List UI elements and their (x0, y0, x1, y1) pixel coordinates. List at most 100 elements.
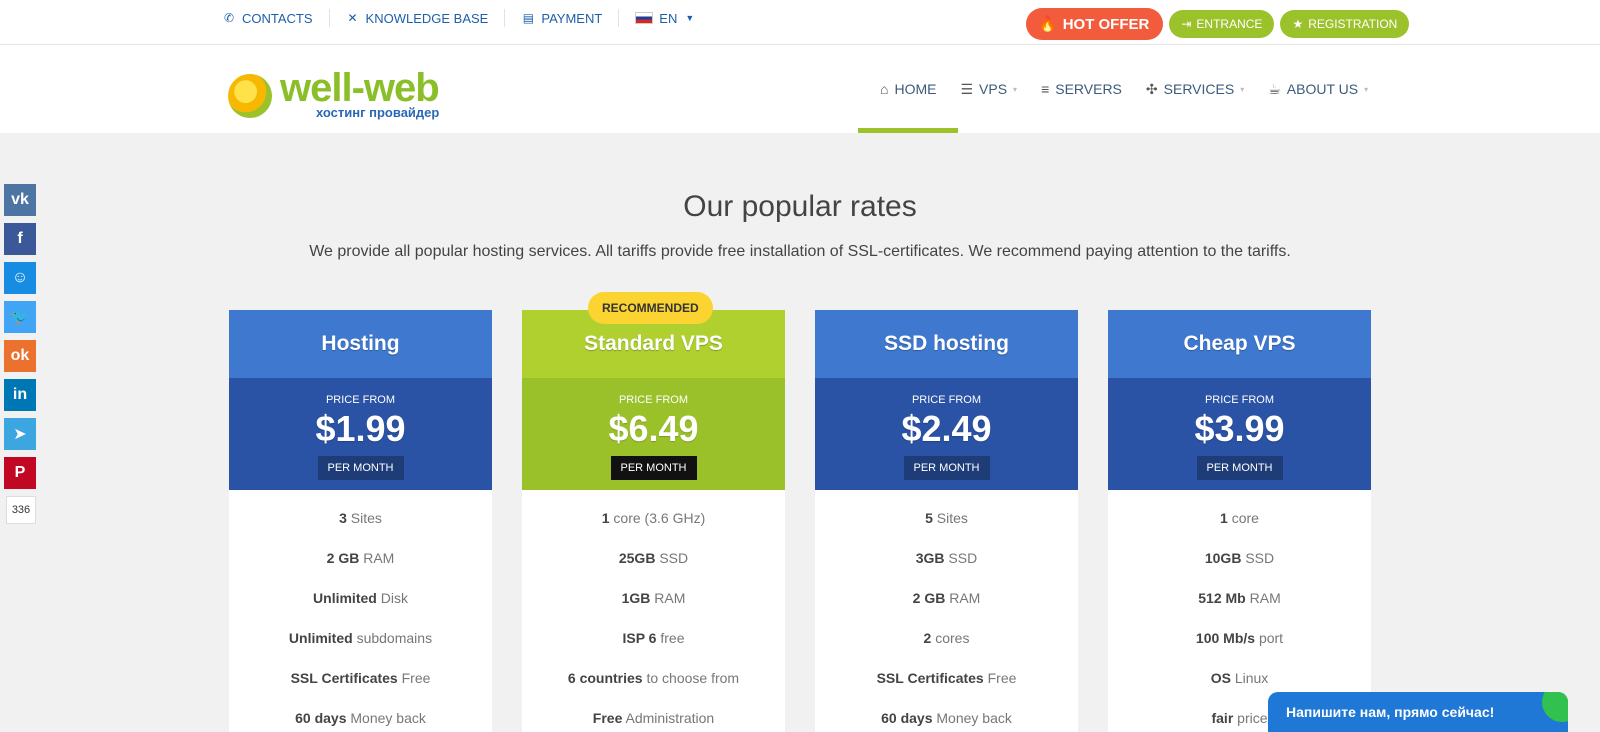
pricing-cards: Hosting PRICE FROM $1.99 PER MONTH 3 Sit… (229, 292, 1371, 732)
plan-price: $6.49 (608, 408, 699, 449)
feature-value: OS (1210, 670, 1231, 686)
pinterest-share-button[interactable]: P (4, 457, 36, 489)
recommended-badge: RECOMMENDED (588, 292, 713, 324)
nav-vps[interactable]: ☰ VPS ▾ (948, 45, 1029, 133)
plan-price-box: PRICE FROM $1.99 PER MONTH (229, 378, 492, 490)
plan-price-box: PRICE FROM $3.99 PER MONTH (1108, 378, 1371, 490)
plan-card-standard-vps[interactable]: RECOMMENDED Standard VPS PRICE FROM $6.4… (522, 292, 785, 732)
registration-label: REGISTRATION (1308, 17, 1398, 31)
feature-unit: cores (931, 630, 970, 646)
star-icon: ★ (1292, 17, 1304, 31)
plan-feature: SSL Certificates Free (815, 666, 1078, 706)
feature-value: 1 (601, 510, 610, 526)
hot-offer-label: HOT OFFER (1062, 15, 1150, 33)
feature-unit: Money back (346, 710, 426, 726)
feature-value: 60 days (881, 710, 933, 726)
plan-name: Hosting (229, 310, 492, 378)
social-share-bar: vk f ☺ 🐦 ok in ➤ P 336 (4, 184, 36, 524)
telegram-share-button[interactable]: ➤ (4, 418, 36, 450)
moimir-share-button[interactable]: ☺ (4, 262, 36, 294)
feature-value: SSL Certificates (876, 670, 984, 686)
home-icon: ⌂ (880, 81, 889, 97)
plan-price: $3.99 (1194, 408, 1285, 449)
feature-value: 60 days (295, 710, 347, 726)
document-icon: ▤ (522, 11, 535, 25)
feature-value: 100 Mb/s (1195, 630, 1256, 646)
chevron-down-icon: ▾ (1013, 84, 1018, 94)
feature-value: 1 (1220, 510, 1228, 526)
registration-button[interactable]: ★ REGISTRATION (1280, 10, 1410, 38)
telegram-icon: ➤ (13, 426, 27, 443)
plan-feature: 60 days Money back (229, 706, 492, 732)
twitter-share-button[interactable]: 🐦 (4, 301, 36, 333)
logo-text: well-web хостинг провайдер (280, 68, 440, 120)
knowledge-base-label: KNOWLEDGE BASE (365, 10, 489, 26)
plan-price-box: PRICE FROM $2.49 PER MONTH (815, 378, 1078, 490)
linkedin-share-button[interactable]: in (4, 379, 36, 411)
nav-about-us[interactable]: ☕ ABOUT US ▾ (1256, 45, 1380, 133)
plan-feature: 1 core (3.6 GHz) (522, 506, 785, 546)
header: well-web хостинг провайдер ⌂ HOME ☰ VPS … (0, 45, 1600, 133)
plan-features: 5 Sites 3GB SSD 2 GB RAM 2 cores SSL Certifi… (815, 490, 1078, 732)
plan-price: $1.99 (315, 408, 406, 449)
hot-offer-button[interactable]: 🔥 HOT OFFER (1026, 8, 1164, 40)
language-label: EN (659, 10, 678, 26)
linkedin-icon: in (12, 386, 28, 403)
top-links: ✆ CONTACTS ✕ KNOWLEDGE BASE ▤ PAYMENT EN… (222, 0, 726, 36)
chevron-down-icon: ▾ (1364, 84, 1369, 94)
main-nav: ⌂ HOME ☰ VPS ▾ ≡ SERVERS ✣ SERVICES ▾ ☕ … (857, 45, 1380, 133)
cup-icon: ☕ (1268, 80, 1281, 97)
feature-unit: port (1255, 630, 1284, 646)
feature-unit: Linux (1230, 670, 1269, 686)
feature-unit: RAM (650, 590, 686, 606)
plan-feature: 2 GB RAM (815, 586, 1078, 626)
page-title: Our popular rates (683, 190, 917, 223)
plan-feature: 10GB SSD (1108, 546, 1371, 586)
feature-value: 2 GB (326, 550, 360, 566)
payment-link[interactable]: ▤ PAYMENT (521, 9, 620, 27)
feature-unit: SSD (944, 550, 978, 566)
feature-value: 1GB (621, 590, 651, 606)
per-month-label: PER MONTH (903, 456, 990, 480)
feature-unit: Money back (932, 710, 1012, 726)
plan-card-cheap-vps[interactable]: Cheap VPS PRICE FROM $3.99 PER MONTH 1 c… (1108, 310, 1371, 732)
feature-unit: RAM (1245, 590, 1281, 606)
feature-value: Unlimited (313, 590, 377, 606)
plan-feature: ISP 6 free (522, 626, 785, 666)
plan-feature: 100 Mb/s port (1108, 626, 1371, 666)
contacts-link[interactable]: ✆ CONTACTS (222, 9, 330, 27)
feature-value: fair (1211, 710, 1234, 726)
price-from-label: PRICE FROM (911, 394, 982, 406)
twitter-icon: 🐦 (10, 309, 30, 326)
feature-unit: core (1227, 510, 1259, 526)
feature-value: Free (592, 710, 623, 726)
page-subtitle: We provide all popular hosting services.… (309, 243, 1291, 260)
chat-widget[interactable]: Напишите нам, прямо сейчас! (1268, 692, 1568, 732)
logo[interactable]: well-web хостинг провайдер (228, 68, 440, 120)
contacts-label: CONTACTS (242, 10, 313, 26)
plan-feature: SSL Certificates Free (229, 666, 492, 706)
top-buttons: 🔥 HOT OFFER ⇥ ENTRANCE ★ REGISTRATION (1026, 8, 1410, 40)
nav-servers[interactable]: ≡ SERVERS (1029, 45, 1134, 133)
menu-icon: ≡ (1041, 81, 1050, 97)
language-selector[interactable]: EN ▼ (635, 9, 710, 27)
feature-unit: SSD (1241, 550, 1275, 566)
per-month-label: PER MONTH (317, 456, 404, 480)
plan-card-ssd-hosting[interactable]: SSD hosting PRICE FROM $2.49 PER MONTH 5… (815, 310, 1078, 732)
plan-name: Cheap VPS (1108, 310, 1371, 378)
plan-price: $2.49 (901, 408, 992, 449)
nav-home[interactable]: ⌂ HOME (857, 45, 959, 133)
feature-unit: subdomains (352, 630, 433, 646)
feature-value: ISP 6 (622, 630, 657, 646)
nav-services[interactable]: ✣ SERVICES ▾ (1134, 45, 1256, 133)
feature-value: 25GB (618, 550, 656, 566)
plan-feature: 3 Sites (229, 506, 492, 546)
chat-label: Напишите нам, прямо сейчас! (1286, 704, 1495, 720)
fire-icon: 🔥 (1038, 16, 1057, 33)
knowledge-base-link[interactable]: ✕ KNOWLEDGE BASE (346, 9, 506, 27)
odnoklassniki-share-button[interactable]: ok (4, 340, 36, 372)
plan-card-hosting[interactable]: Hosting PRICE FROM $1.99 PER MONTH 3 Sit… (229, 310, 492, 732)
plan-name: SSD hosting (815, 310, 1078, 378)
feature-unit: Sites (932, 510, 968, 526)
entrance-button[interactable]: ⇥ ENTRANCE (1169, 10, 1275, 38)
